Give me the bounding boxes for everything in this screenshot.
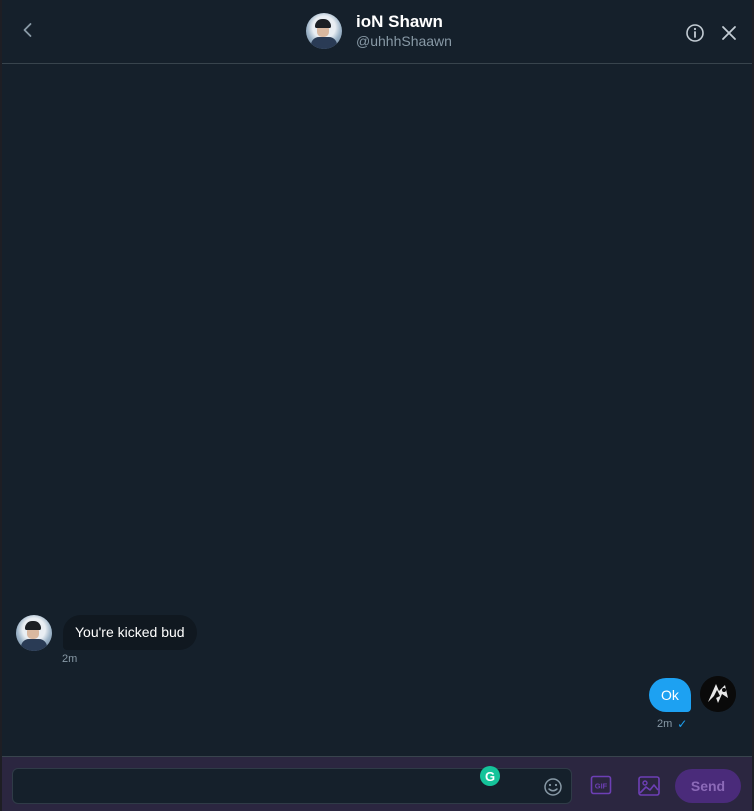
- avatar[interactable]: [306, 13, 342, 49]
- message-composer: G GIF Send: [2, 756, 752, 811]
- close-button[interactable]: [718, 22, 740, 44]
- conversation-header: ioN Shawn @uhhhShaawn: [2, 0, 752, 64]
- self-avatar-image: [700, 676, 736, 712]
- emoji-icon: [544, 778, 562, 796]
- media-icon: [638, 776, 660, 796]
- message-bubble[interactable]: You're kicked bud: [63, 615, 197, 650]
- back-button[interactable]: [14, 16, 42, 44]
- message-timestamp: 2m: [62, 653, 78, 665]
- participant-handle: @uhhhShaawn: [356, 33, 452, 49]
- emoji-button[interactable]: [542, 776, 564, 798]
- message-meta: 2m ✓: [657, 717, 687, 731]
- info-icon: [686, 24, 704, 42]
- participant-name: ioN Shawn: [356, 12, 443, 31]
- message-timestamp: 2m: [657, 718, 673, 730]
- media-button[interactable]: [637, 774, 661, 798]
- back-arrow-icon: [23, 23, 32, 37]
- avatar[interactable]: [16, 615, 52, 651]
- info-button[interactable]: [684, 22, 706, 44]
- conversation-participant[interactable]: ioN Shawn @uhhhShaawn: [306, 12, 452, 50]
- message-bubble[interactable]: Ok: [649, 678, 691, 712]
- close-icon: [722, 26, 736, 40]
- gif-button[interactable]: GIF: [590, 774, 612, 796]
- avatar[interactable]: [700, 676, 736, 712]
- send-button[interactable]: Send: [675, 769, 741, 803]
- dm-conversation-window: ioN Shawn @uhhhShaawn You're kicked bud …: [2, 0, 752, 811]
- grammarly-icon[interactable]: G: [480, 766, 500, 786]
- read-receipt-icon: ✓: [677, 717, 688, 731]
- participant-names: ioN Shawn @uhhhShaawn: [356, 12, 452, 50]
- svg-text:GIF: GIF: [595, 782, 608, 791]
- gif-icon: GIF: [590, 775, 612, 795]
